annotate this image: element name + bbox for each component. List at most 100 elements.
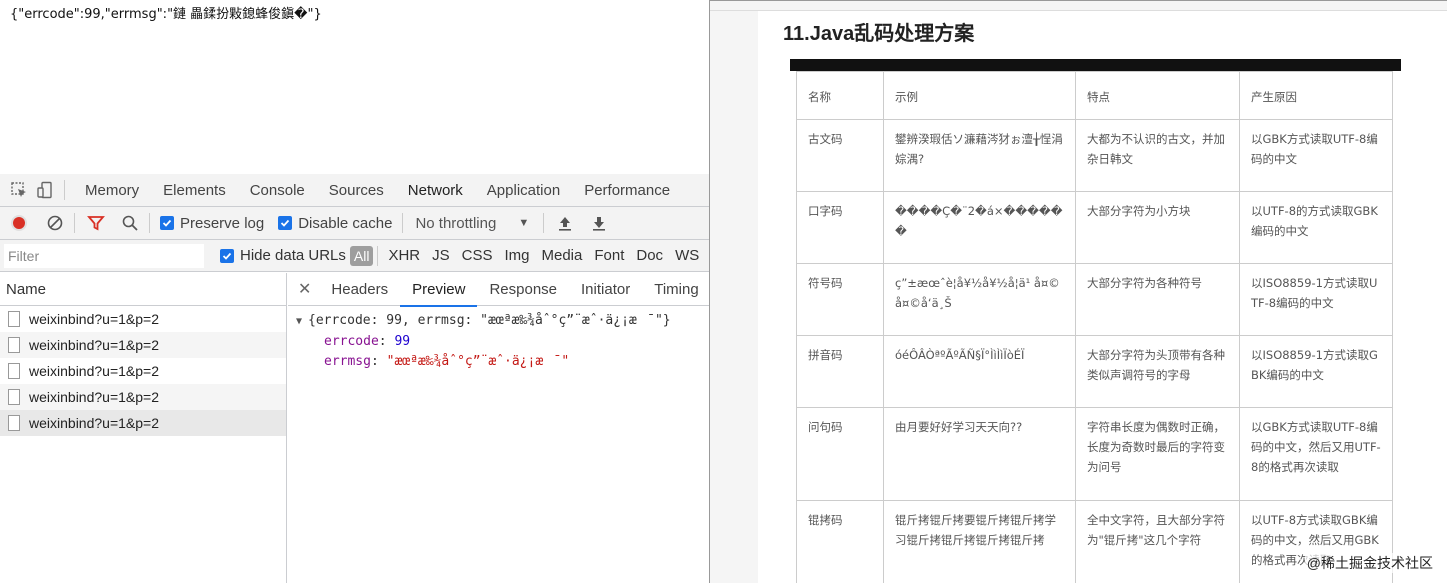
request-list: Name weixinbind?u=1&p=2 weixinbind?u=1&p…: [0, 273, 287, 583]
divider: [149, 213, 150, 233]
divider: [402, 213, 404, 233]
request-name: weixinbind?u=1&p=2: [29, 415, 159, 431]
tab-memory[interactable]: Memory: [73, 174, 151, 206]
record-icon[interactable]: [8, 212, 30, 234]
tab-headers[interactable]: Headers: [319, 273, 400, 306]
tab-application[interactable]: Application: [475, 174, 572, 206]
table-cell: 以ISO8859-1方式读取GBK编码的中文: [1239, 335, 1393, 408]
table-row: 问句码 由月要好好学习天天向?? 字符串长度为偶数时正确，长度为奇数时最后的字符…: [796, 407, 1393, 501]
filter-type-ws[interactable]: WS: [669, 247, 705, 264]
devtools-tab-bar: Memory Elements Console Sources Network …: [0, 174, 710, 207]
divider: [543, 213, 545, 233]
property-key: errmsg: [324, 354, 371, 369]
document-icon: [8, 363, 20, 379]
table-row: 锟拷码 锟斤拷锟斤拷要锟斤拷锟斤拷学习锟斤拷锟斤拷锟斤拷锟斤拷 全中文字符，且大…: [796, 500, 1393, 583]
inspect-element-icon[interactable]: [8, 179, 30, 201]
disable-cache-label: Disable cache: [298, 214, 393, 232]
document-icon: [8, 337, 20, 353]
preview-summary: {errcode: 99, errmsg: "æœªæ‰¾åˆ°ç”¨æˆ·ä¿…: [308, 313, 671, 328]
request-name: weixinbind?u=1&p=2: [29, 337, 159, 353]
filter-type-css[interactable]: CSS: [456, 247, 499, 264]
table-cell: 由月要好好学习天天向??: [883, 407, 1076, 501]
tab-sources[interactable]: Sources: [317, 174, 396, 206]
table-cell: 古文码: [796, 119, 884, 192]
table-cell: 鐢辨湀瑕佸ソ濂藉涔犲ぉ澶╁悜涓婃湡?: [883, 119, 1076, 192]
tab-console[interactable]: Console: [238, 174, 317, 206]
upload-icon[interactable]: [554, 212, 576, 234]
request-row[interactable]: weixinbind?u=1&p=2: [0, 306, 286, 332]
filter-type-doc[interactable]: Doc: [630, 247, 669, 264]
name-column-header[interactable]: Name: [0, 273, 286, 306]
table-cell: 大部分字符为头顶带有各种类似声调符号的字母: [1075, 335, 1240, 408]
tab-performance[interactable]: Performance: [572, 174, 682, 206]
preview-property-row: errmsg: "æœªæ‰¾åˆ°ç”¨æˆ·ä¿¡æ¯": [296, 352, 710, 372]
tab-timing[interactable]: Timing: [642, 273, 710, 306]
table-cell: ����Ç�¨2�á×������: [883, 191, 1076, 264]
checkbox-checked-icon: [220, 248, 234, 263]
preserve-log-checkbox[interactable]: Preserve log: [160, 215, 264, 232]
filter-type-media[interactable]: Media: [536, 247, 589, 264]
filter-type-img[interactable]: Img: [498, 247, 535, 264]
tab-elements[interactable]: Elements: [151, 174, 238, 206]
request-row[interactable]: weixinbind?u=1&p=2: [0, 358, 286, 384]
article-gutter: [710, 1, 758, 583]
table-cell: ç”±æœˆè¦å¥½å¥½å­¦ä¹ å¤©å¤©å‘ä¸Š: [883, 263, 1076, 336]
checkbox-checked-icon: [160, 216, 174, 230]
table-cell: 口字码: [796, 191, 884, 264]
disable-cache-checkbox[interactable]: Disable cache: [278, 215, 392, 232]
table-cell: 以UTF-8的方式读取GBK编码的中文: [1239, 191, 1393, 264]
chevron-down-icon: ▼: [518, 217, 530, 229]
request-row[interactable]: weixinbind?u=1&p=2: [0, 384, 286, 410]
filter-icon[interactable]: [85, 212, 107, 234]
colon: :: [370, 354, 387, 369]
table-cell: 符号码: [796, 263, 884, 336]
throttling-select[interactable]: No throttling ▼: [415, 215, 529, 232]
search-icon[interactable]: [119, 212, 141, 234]
tab-response[interactable]: Response: [477, 273, 569, 306]
tab-network[interactable]: Network: [395, 174, 475, 206]
checkbox-checked-icon: [278, 216, 293, 230]
hide-data-urls-checkbox[interactable]: Hide data URLs: [220, 247, 346, 264]
table-header-cell: 产生原因: [1239, 71, 1393, 120]
table-header-cell: 示例: [883, 71, 1076, 120]
preview-property-row: errcode: 99: [296, 332, 710, 352]
clear-icon[interactable]: [44, 212, 66, 234]
close-icon[interactable]: ✕: [298, 279, 311, 299]
table-cell: 以GBK方式读取UTF-8编码的中文，然后又用UTF-8的格式再次读取: [1239, 407, 1393, 501]
preview-summary-row[interactable]: ▼ {errcode: 99, errmsg: "æœªæ‰¾åˆ°ç”¨æˆ·ä…: [296, 311, 710, 332]
download-icon[interactable]: [588, 212, 610, 234]
table-row: 符号码 ç”±æœˆè¦å¥½å¥½å­¦ä¹ å¤©å¤©å‘ä¸Š 大部分字…: [796, 263, 1393, 336]
article-title: 11.Java乱码处理方案: [783, 23, 975, 45]
table-cell: 字符串长度为偶数时正确，长度为奇数时最后的字符变为问号: [1075, 407, 1240, 501]
filter-type-font[interactable]: Font: [588, 247, 630, 264]
table-cell: 以GBK方式读取UTF-8编码的中文: [1239, 119, 1393, 192]
table-cell: óéÔÂÒªºÃºÃÑ§Ï°ÌìÌìÏòÉÏ: [883, 335, 1076, 408]
triangle-down-icon[interactable]: ▼: [296, 312, 308, 332]
table-cell: 全中文字符，且大部分字符为"锟斤拷"这几个字符: [1075, 500, 1240, 583]
filter-type-js[interactable]: JS: [426, 247, 456, 264]
tab-preview[interactable]: Preview: [400, 273, 478, 307]
filter-input[interactable]: [4, 243, 204, 268]
table-row: 口字码 ����Ç�¨2�á×������ 大部分字符为小方块 以UTF-8的方…: [796, 191, 1393, 264]
tab-initiator[interactable]: Initiator: [569, 273, 642, 306]
table-header-cell: 名称: [796, 71, 884, 120]
request-name: weixinbind?u=1&p=2: [29, 311, 159, 327]
preserve-log-label: Preserve log: [180, 214, 265, 232]
filter-bar: Hide data URLs All XHR JS CSS Img Media …: [0, 240, 710, 272]
preview-content: ▼ {errcode: 99, errmsg: "æœªæ‰¾åˆ°ç”¨æˆ·ä…: [288, 306, 710, 372]
table-cell: 大都为不认识的古文，并加杂日韩文: [1075, 119, 1240, 192]
device-toolbar-icon[interactable]: [34, 179, 56, 201]
document-icon: [8, 415, 20, 431]
filter-type-xhr[interactable]: XHR: [382, 247, 426, 264]
table-cell: 问句码: [796, 407, 884, 501]
request-row-selected[interactable]: weixinbind?u=1&p=2: [0, 410, 286, 436]
table-row: 古文码 鐢辨湀瑕佸ソ濂藉涔犲ぉ澶╁悜涓婃湡? 大都为不认识的古文，并加杂日韩文 …: [796, 119, 1393, 192]
table-cell: 以ISO8859-1方式读取UTF-8编码的中文: [1239, 263, 1393, 336]
filter-type-all[interactable]: All: [349, 245, 374, 266]
divider: [377, 245, 379, 266]
table-header-cell: 特点: [1075, 71, 1240, 120]
property-value: 99: [394, 334, 411, 349]
table-cell: 大部分字符为各种符号: [1075, 263, 1240, 336]
request-row[interactable]: weixinbind?u=1&p=2: [0, 332, 286, 358]
table-cell: 大部分字符为小方块: [1075, 191, 1240, 264]
